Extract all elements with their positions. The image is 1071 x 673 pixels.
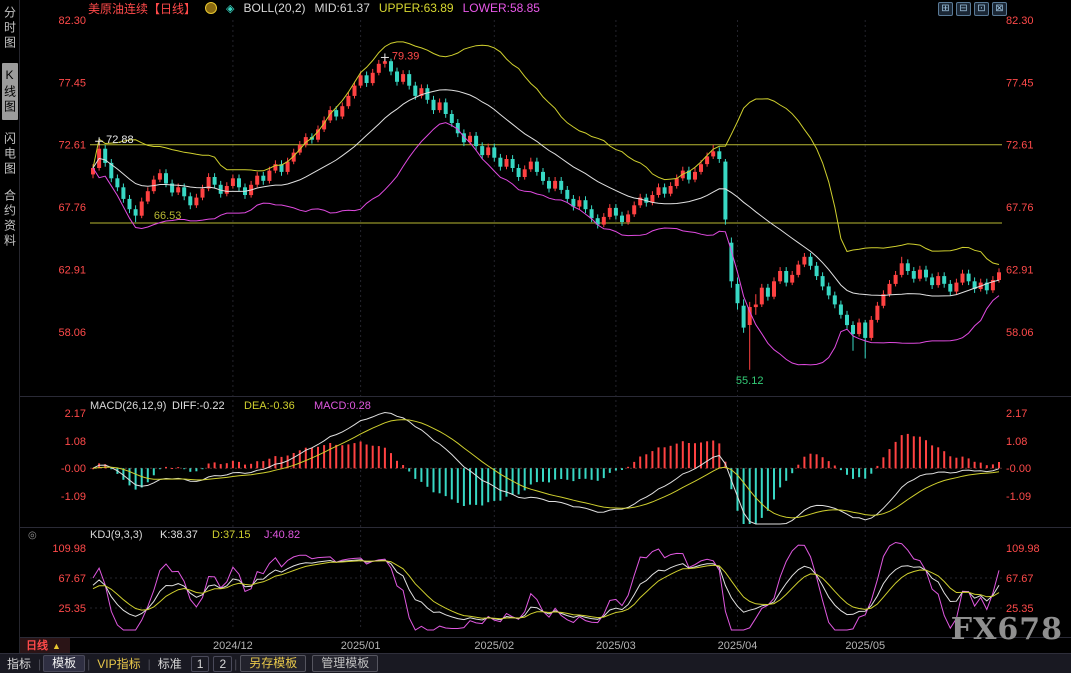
- boll-mid-value: MID:61.37: [315, 1, 370, 15]
- macd-histogram: [92, 434, 1000, 524]
- svg-text:-1.09: -1.09: [61, 491, 86, 503]
- svg-text:DEA:-0.36: DEA:-0.36: [244, 400, 295, 412]
- svg-text:79.39: 79.39: [392, 50, 420, 62]
- horizontal-split-icon[interactable]: ⊟: [956, 2, 971, 16]
- svg-text:67.67: 67.67: [1006, 573, 1034, 585]
- svg-text:2025/04: 2025/04: [718, 640, 758, 652]
- svg-text:58.06: 58.06: [1006, 327, 1034, 339]
- toolbar-item-3[interactable]: VIP指标: [90, 655, 147, 672]
- svg-text:2.17: 2.17: [1006, 408, 1027, 420]
- overlay-icon[interactable]: ◈: [226, 2, 234, 15]
- toolbar-item-6[interactable]: 2: [213, 656, 232, 672]
- symbol-title: 美原油连续【日线】: [88, 0, 196, 17]
- svg-text:67.67: 67.67: [58, 573, 86, 585]
- svg-text:72.61: 72.61: [58, 140, 86, 152]
- svg-text:72.88: 72.88: [106, 134, 134, 146]
- toolbar-separator: |: [38, 657, 41, 671]
- toolbar-item-7[interactable]: 另存模板: [240, 655, 306, 672]
- sidebar-item-contract-info[interactable]: 合约资料: [3, 189, 17, 249]
- boll-upper-value: UPPER:63.89: [379, 1, 454, 15]
- kdj-d-line: [93, 561, 999, 619]
- svg-text:66.53: 66.53: [154, 210, 182, 222]
- toolbar-separator: |: [234, 657, 237, 671]
- svg-text:2024/12: 2024/12: [213, 640, 253, 652]
- boll-indicator-label: BOLL(20,2): [243, 1, 305, 15]
- svg-text:日线: 日线: [26, 638, 48, 652]
- sidebar-item-time-chart[interactable]: 分时图: [3, 6, 17, 51]
- svg-text:-0.00: -0.00: [1006, 463, 1031, 475]
- svg-text:109.98: 109.98: [52, 543, 86, 555]
- svg-text:1.08: 1.08: [1006, 436, 1027, 448]
- svg-text:67.76: 67.76: [58, 202, 86, 214]
- svg-text:58.06: 58.06: [58, 327, 86, 339]
- svg-text:62.91: 62.91: [58, 265, 86, 277]
- svg-text:82.30: 82.30: [58, 16, 86, 27]
- toolbar-item-5[interactable]: 1: [191, 656, 210, 672]
- svg-text:2025/03: 2025/03: [596, 640, 636, 652]
- toolbar-item-4[interactable]: 标准: [151, 655, 189, 672]
- svg-text:62.91: 62.91: [1006, 265, 1034, 277]
- svg-text:▲: ▲: [52, 641, 61, 651]
- trading-app-window: 分时图 K线图 闪电图 合约资料 美原油连续【日线】 ◈ BOLL(20,2) …: [0, 0, 1071, 673]
- svg-text:55.12: 55.12: [736, 375, 764, 387]
- svg-text:DIFF:-0.22: DIFF:-0.22: [172, 400, 225, 412]
- indicator-header-bar: 美原油连续【日线】 ◈ BOLL(20,2) MID:61.37 UPPER:6…: [21, 0, 1071, 16]
- svg-text:D:37.15: D:37.15: [212, 529, 251, 541]
- svg-text:2025/05: 2025/05: [845, 640, 885, 652]
- toolbar-item-1[interactable]: 指标: [0, 655, 38, 672]
- svg-text:67.76: 67.76: [1006, 202, 1034, 214]
- kdj-k-line: [93, 560, 999, 620]
- toolbar-item-8[interactable]: 管理模板: [312, 655, 378, 672]
- svg-text:KDJ(9,3,3): KDJ(9,3,3): [90, 529, 143, 541]
- sidebar-item-kline-chart[interactable]: K线图: [2, 63, 18, 120]
- grid-layout-icon[interactable]: ⊞: [938, 2, 953, 16]
- window-layout-icons: ⊞⊟⊡⊠: [938, 2, 1007, 16]
- toolbar-item-2[interactable]: 模板: [43, 655, 85, 672]
- boll-mid-line: [93, 90, 999, 296]
- chart-canvas[interactable]: 2024/12 2025/01 2025/02 2025/03 2025/04 2025/…: [20, 16, 1071, 653]
- boll-lower-line: [93, 123, 999, 365]
- svg-text:25.35: 25.35: [58, 603, 86, 615]
- single-pane-icon[interactable]: ⊡: [974, 2, 989, 16]
- svg-text:MACD:0.28: MACD:0.28: [314, 400, 371, 412]
- svg-text:2025/02: 2025/02: [474, 640, 514, 652]
- svg-text:77.45: 77.45: [58, 77, 86, 89]
- chart-type-sidebar: 分时图 K线图 闪电图 合约资料: [0, 0, 20, 653]
- svg-text:25.35: 25.35: [1006, 603, 1034, 615]
- svg-text:K:38.37: K:38.37: [160, 529, 198, 541]
- macd-dea-line: [93, 420, 999, 518]
- svg-text:J:40.82: J:40.82: [264, 529, 300, 541]
- bottom-toolbar: 指标|模板|VIP指标|标准12|另存模板管理模板: [0, 653, 1071, 673]
- svg-text:72.61: 72.61: [1006, 140, 1034, 152]
- svg-text:77.45: 77.45: [1006, 77, 1034, 89]
- svg-text:-1.09: -1.09: [1006, 491, 1031, 503]
- candlestick-series: [91, 58, 1001, 370]
- boll-upper-line: [93, 42, 999, 265]
- svg-text:1.08: 1.08: [65, 436, 86, 448]
- svg-text:109.98: 109.98: [1006, 543, 1040, 555]
- coin-icon: [205, 2, 217, 14]
- svg-text:◎: ◎: [28, 530, 37, 541]
- boll-lower-value: LOWER:58.85: [463, 1, 540, 15]
- sidebar-item-lightning-chart[interactable]: 闪电图: [3, 132, 17, 177]
- svg-text:2.17: 2.17: [65, 408, 86, 420]
- multi-window-icon[interactable]: ⊠: [992, 2, 1007, 16]
- svg-text:2025/01: 2025/01: [341, 640, 381, 652]
- svg-text:MACD(26,12,9): MACD(26,12,9): [90, 400, 166, 412]
- svg-text:82.30: 82.30: [1006, 16, 1034, 27]
- svg-text:-0.00: -0.00: [61, 463, 86, 475]
